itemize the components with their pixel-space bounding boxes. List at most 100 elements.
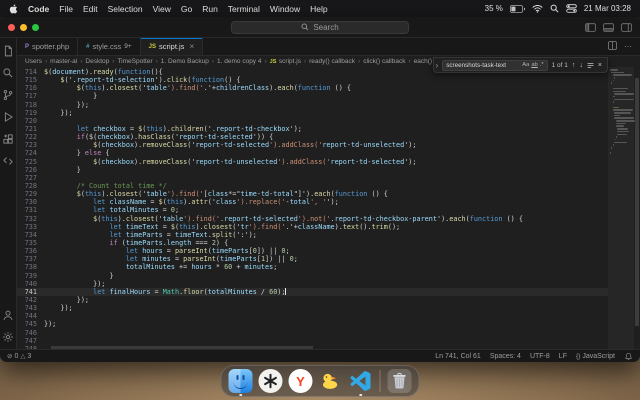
menu-item-terminal[interactable]: Terminal	[228, 4, 260, 14]
toggle-secondary-sidebar-icon[interactable]	[621, 22, 632, 32]
minimap[interactable]	[608, 67, 636, 349]
settings-icon[interactable]	[2, 331, 14, 343]
breadcrumb-item[interactable]: TimeSpotter	[117, 58, 152, 65]
menu-item-file[interactable]: File	[59, 4, 73, 14]
code-line[interactable]: 735 if (timeParts.length === 2) {	[17, 239, 608, 247]
encoding[interactable]: UTF-8	[530, 353, 550, 360]
code-line[interactable]: 715 $('.report-td-selection').click(func…	[17, 76, 608, 84]
find-previous-icon[interactable]: ↑	[572, 62, 576, 69]
line-number[interactable]: 718	[17, 101, 44, 109]
cursor-position[interactable]: Ln 741, Col 61	[435, 353, 481, 360]
menu-item-go[interactable]: Go	[181, 4, 192, 14]
search-icon[interactable]	[2, 67, 14, 79]
eol-indicator[interactable]: LF	[559, 353, 567, 360]
code-line[interactable]: 733 let timeText = $(this).closest('tr')…	[17, 223, 608, 231]
line-number[interactable]: 731	[17, 206, 44, 214]
editor[interactable]: 714 $(document).ready(function(){715 $('.…	[17, 67, 640, 349]
line-number[interactable]: 723	[17, 141, 44, 149]
close-tab-icon[interactable]: ×	[189, 42, 194, 51]
line-number[interactable]: 742	[17, 296, 44, 304]
code-line[interactable]: 736 let hours = parseInt(timeParts[0]) |…	[17, 247, 608, 255]
dock-vscode-icon[interactable]	[349, 369, 373, 396]
dock-finder-icon[interactable]	[228, 369, 253, 396]
remote-icon[interactable]	[2, 155, 14, 167]
line-number[interactable]: 728	[17, 182, 44, 190]
dock-trash-icon[interactable]	[387, 369, 412, 393]
problems-indicator[interactable]: ⊘ 0 △ 3	[7, 352, 31, 361]
vertical-scrollbar[interactable]	[634, 67, 640, 349]
line-number[interactable]: 747	[17, 337, 44, 345]
code-lines[interactable]: 714 $(document).ready(function(){715 $('.…	[17, 67, 608, 349]
line-number[interactable]: 725	[17, 158, 44, 166]
line-number[interactable]: 714	[17, 68, 44, 76]
wifi-icon[interactable]	[532, 4, 543, 13]
tab-script.js[interactable]: JS script.js ×	[140, 38, 204, 55]
code-line[interactable]: 728 /* Count total time */	[17, 182, 608, 190]
extensions-icon[interactable]	[2, 133, 14, 145]
line-number[interactable]: 720	[17, 117, 44, 125]
toggle-primary-sidebar-icon[interactable]	[585, 22, 596, 32]
code-line[interactable]: 739 }	[17, 272, 608, 280]
code-line[interactable]: 731 let totalMinutes = 0;	[17, 206, 608, 214]
code-line[interactable]: 719 });	[17, 109, 608, 117]
menu-item-edit[interactable]: Edit	[83, 4, 98, 14]
code-line[interactable]: 734 let timeParts = timeText.split(':');	[17, 231, 608, 239]
menu-item-selection[interactable]: Selection	[108, 4, 143, 14]
breadcrumb-item[interactable]: Desktop	[85, 58, 109, 65]
notifications-bell-icon[interactable]	[624, 352, 633, 361]
app-menu[interactable]: Code	[28, 4, 49, 14]
breadcrumb-item[interactable]: JS script.js	[270, 58, 301, 65]
code-line[interactable]: 721 let checkbox = $(this).children('.re…	[17, 125, 608, 133]
code-line[interactable]: 730 let className = $(this).attr('class'…	[17, 198, 608, 206]
line-number[interactable]: 738	[17, 263, 44, 271]
spotlight-icon[interactable]	[550, 4, 559, 13]
split-editor-icon[interactable]	[608, 41, 617, 52]
toggle-replace-icon[interactable]: ›	[436, 61, 439, 70]
code-line[interactable]: 738 totalMinutes += hours * 60 + minutes…	[17, 263, 608, 271]
close-find-icon[interactable]: ×	[598, 62, 602, 69]
battery-icon[interactable]	[509, 4, 525, 13]
code-line[interactable]: 740 });	[17, 280, 608, 288]
find-next-icon[interactable]: ↓	[579, 62, 583, 69]
line-number[interactable]: 734	[17, 231, 44, 239]
line-number[interactable]: 737	[17, 255, 44, 263]
title-bar[interactable]: Search	[0, 17, 640, 38]
code-line[interactable]: 725 $(checkbox).removeClass('report-td-u…	[17, 158, 608, 166]
breadcrumb-item[interactable]: ready() callback	[309, 58, 355, 65]
line-number[interactable]: 748	[17, 345, 44, 349]
tab-style.css[interactable]: # style.css 9+	[78, 38, 141, 55]
scrollbar-thumb[interactable]	[635, 78, 639, 327]
code-line[interactable]: 747	[17, 337, 608, 345]
code-line[interactable]: 727	[17, 174, 608, 182]
menubar-clock[interactable]: 21 Mar 03:28	[584, 4, 631, 13]
code-line[interactable]: 717 }	[17, 92, 608, 100]
find-input[interactable]	[446, 61, 521, 69]
breadcrumb-item[interactable]: 1. demo copy 4	[217, 58, 261, 65]
breadcrumb-item[interactable]: master-al	[50, 58, 77, 65]
toggle-panel-icon[interactable]	[603, 22, 614, 32]
code-line[interactable]: 741 let finalHours = Math.floor(totalMin…	[17, 287, 608, 296]
whole-word-icon[interactable]: ab	[531, 62, 537, 68]
match-case-icon[interactable]: Aa	[522, 62, 529, 68]
code-line[interactable]: 723 $(checkbox).removeClass('report-td-s…	[17, 141, 608, 149]
menu-item-view[interactable]: View	[153, 4, 171, 14]
breadcrumb-item[interactable]: 1. Demo Backup	[161, 58, 209, 65]
dock-cyberduck-icon[interactable]	[319, 369, 343, 393]
menu-item-run[interactable]: Run	[202, 4, 218, 14]
code-line[interactable]: 743 });	[17, 304, 608, 312]
line-number[interactable]: 736	[17, 247, 44, 255]
line-number[interactable]: 746	[17, 329, 44, 337]
control-center-icon[interactable]	[566, 4, 577, 13]
minimize-window-button[interactable]	[20, 23, 27, 31]
language-mode[interactable]: {} JavaScript	[576, 353, 615, 360]
horizontal-scrollbar[interactable]	[51, 346, 313, 349]
menu-item-window[interactable]: Window	[270, 4, 300, 14]
code-line[interactable]: 729 $(this).closest('table').find('[clas…	[17, 190, 608, 198]
code-line[interactable]: 718 });	[17, 101, 608, 109]
code-line[interactable]: 716 $(this).closest('table').find('.'+ch…	[17, 84, 608, 92]
line-number[interactable]: 739	[17, 272, 44, 280]
code-line[interactable]: 745});	[17, 320, 608, 328]
line-number[interactable]: 745	[17, 320, 44, 328]
find-in-selection-icon[interactable]	[587, 62, 594, 69]
line-number[interactable]: 722	[17, 133, 44, 141]
